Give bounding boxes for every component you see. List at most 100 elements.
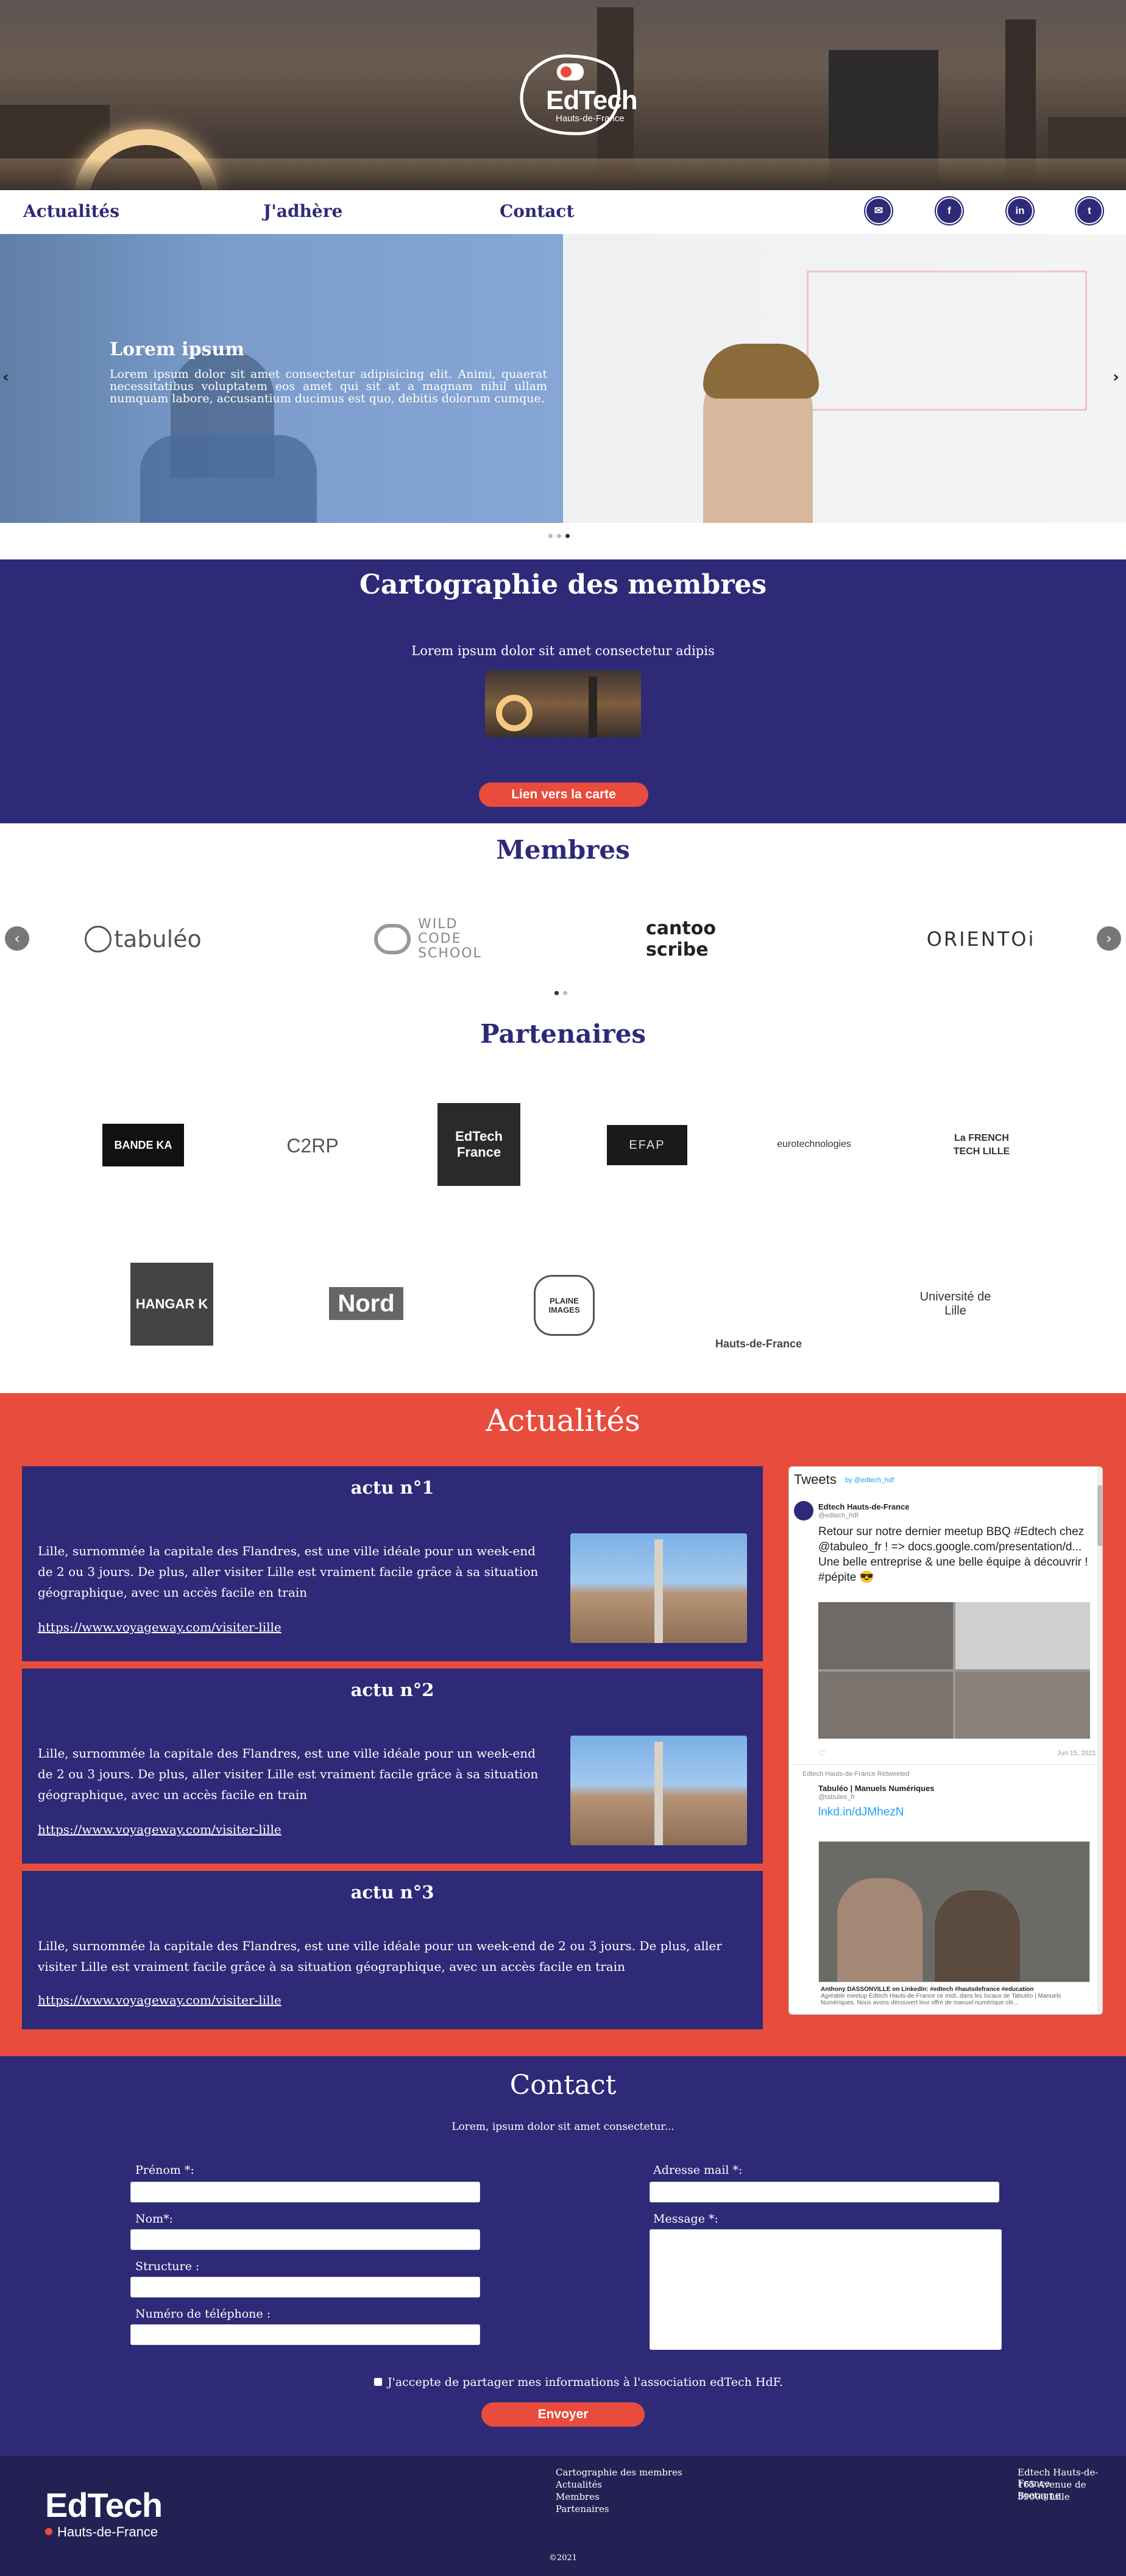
actu-text: Lille, surnommée la capitale des Flandre… <box>38 1746 539 1802</box>
telephone-label: Numéro de téléphone : <box>135 2307 271 2321</box>
cartographie-text: Lorem ipsum dolor sit amet consectetur a… <box>411 644 715 658</box>
member-logo-wildcode[interactable]: WILD CODE SCHOOL <box>359 906 494 973</box>
avatar[interactable] <box>794 1501 813 1520</box>
consent-checkbox[interactable] <box>374 2378 382 2386</box>
logo-dot-icon <box>45 2528 52 2535</box>
actu-text: Lille, surnommée la capitale des Flandre… <box>38 1939 722 1974</box>
logo-title: EdTech <box>546 85 638 115</box>
tweet-link[interactable]: lnkd.in/dJMhezN <box>818 1806 904 1819</box>
footer-link-partenaires[interactable]: Partenaires <box>556 2503 609 2514</box>
tweet-photo[interactable] <box>818 1841 1090 1982</box>
prenom-label: Prénom *: <box>135 2163 194 2177</box>
structure-label: Structure : <box>135 2260 200 2273</box>
copyright: ©2021 <box>548 2553 578 2563</box>
scrollbar[interactable] <box>1097 1467 1102 2014</box>
actu-title: actu n°1 <box>350 1477 434 1498</box>
tweet-date: Jun 15, 2021 <box>1057 1750 1096 1757</box>
contact-title: Contact <box>509 2070 617 2101</box>
carousel-next-icon[interactable]: › <box>1113 368 1119 386</box>
partner-logo-efap[interactable]: EFAP <box>607 1125 687 1165</box>
actu-link[interactable]: https://www.voyageway.com/visiter-lille <box>38 1822 282 1837</box>
carousel-slide-right <box>563 234 1126 523</box>
carousel-title: Lorem ipsum <box>110 339 245 360</box>
card-caption: Anthony DASSONVILLE on LinkedIn: #edtech… <box>821 1986 1034 1993</box>
contact-subtitle: Lorem, ipsum dolor sit amet consectetur.… <box>451 2121 675 2133</box>
actu-image <box>570 1736 747 1845</box>
partner-logo-plaineimages[interactable]: PLAINE IMAGES <box>534 1275 595 1336</box>
carousel-dot-active[interactable] <box>565 534 570 538</box>
actualites-title: Actualités <box>486 1403 640 1438</box>
twitter-icon[interactable]: t <box>1076 197 1103 224</box>
tweet-author[interactable]: Tabuléo | Manuels Numériques <box>818 1784 935 1793</box>
facebook-icon[interactable]: f <box>936 197 963 224</box>
partner-logo-region[interactable]: Hauts-de-France <box>713 1259 804 1350</box>
member-logo-tabuleo[interactable]: tabuléo <box>73 906 213 973</box>
structure-field[interactable] <box>130 2277 480 2297</box>
tweet-author[interactable]: Edtech Hauts-de-France <box>818 1502 910 1511</box>
tweet-photos[interactable] <box>818 1602 1090 1739</box>
actu-card: actu n°1 Lille, surnommée la capitale de… <box>22 1466 763 1661</box>
partenaires-title: Partenaires <box>480 1019 646 1049</box>
partner-logo-univlille[interactable]: Université de Lille <box>910 1286 1000 1322</box>
nom-field[interactable] <box>130 2229 480 2250</box>
telephone-field[interactable] <box>130 2324 480 2345</box>
actu-title: actu n°3 <box>350 1882 434 1903</box>
partner-logo-c2rp[interactable]: C2RP <box>273 1127 352 1164</box>
partner-logo-hangark[interactable]: HANGAR K <box>130 1263 213 1346</box>
membres-dot-active[interactable] <box>554 991 559 995</box>
footer-link-membres[interactable]: Membres <box>556 2491 600 2502</box>
card-desc: Agréable meetup Edtech Hauts-de-France c… <box>821 1993 1061 2006</box>
membres-next-icon[interactable]: › <box>1097 926 1121 951</box>
retweet-label: Edtech Hauts-de-France Retweeted <box>802 1770 910 1778</box>
message-field[interactable] <box>650 2229 1002 2350</box>
actu-card: actu n°2 Lille, surnommée la capitale de… <box>22 1669 763 1864</box>
partner-logo-eurotech[interactable]: eurotechnologies <box>771 1126 857 1163</box>
twitter-header: Tweets <box>794 1472 837 1487</box>
actu-text: Lille, surnommée la capitale des Flandre… <box>38 1544 539 1600</box>
message-label: Message *: <box>653 2212 718 2226</box>
tweet-handle: @tabuleo_fr <box>818 1794 855 1801</box>
partner-logo-edtechfrance[interactable]: EdTech France <box>437 1103 520 1186</box>
partner-logo-frenchtech[interactable]: La FRENCH TECH LILLE <box>942 1105 1021 1185</box>
carousel-dot[interactable] <box>548 534 553 538</box>
prenom-field[interactable] <box>130 2182 480 2202</box>
nav-actualites[interactable]: Actualités <box>23 201 119 221</box>
heart-icon[interactable]: ♡ <box>818 1748 826 1759</box>
tweet-text: Retour sur notre dernier meetup BBQ #Edt… <box>818 1525 1088 1584</box>
member-logo-orientoi[interactable]: ORIENTOi <box>927 906 1034 973</box>
actu-link[interactable]: https://www.voyageway.com/visiter-lille <box>38 1620 282 1634</box>
footer-logo-sub: Hauts-de-France <box>57 2524 158 2539</box>
carousel-prev-icon[interactable]: ‹ <box>2 368 9 386</box>
nav-adhere[interactable]: J'adhère <box>263 201 342 221</box>
twitter-widget[interactable]: Tweets by @edtech_hdf Edtech Hauts-de-Fr… <box>788 1466 1103 2015</box>
nav-contact[interactable]: Contact <box>500 201 574 221</box>
footer-address-line: 59000 Lille <box>1018 2491 1070 2502</box>
membres-prev-icon[interactable]: ‹ <box>5 926 29 951</box>
envelope-icon[interactable]: ✉ <box>865 197 892 224</box>
partner-logo-nord[interactable]: Nord <box>329 1287 403 1320</box>
membres-title: Membres <box>496 835 630 865</box>
linkedin-icon[interactable]: in <box>1007 197 1033 224</box>
footer-link-actualites[interactable]: Actualités <box>556 2479 602 2490</box>
city-image <box>485 670 641 737</box>
actu-link[interactable]: https://www.voyageway.com/visiter-lille <box>38 1993 282 2007</box>
envoyer-button[interactable]: Envoyer <box>481 2402 645 2427</box>
logo-subtitle: Hauts-de-France <box>556 113 625 124</box>
footer-link-cartographie[interactable]: Cartographie des membres <box>556 2467 682 2478</box>
consent-label: J'accepte de partager mes informations à… <box>388 2376 783 2389</box>
carousel-text: Lorem ipsum dolor sit amet consectetur a… <box>110 367 547 405</box>
email-field[interactable] <box>650 2182 999 2202</box>
actu-title: actu n°2 <box>350 1680 434 1700</box>
tweet-handle: @edtech_hdf <box>818 1512 859 1519</box>
carte-link-button[interactable]: Lien vers la carte <box>479 782 648 807</box>
carousel-dot[interactable] <box>557 534 561 538</box>
actu-image <box>570 1533 747 1643</box>
email-label: Adresse mail *: <box>653 2163 743 2177</box>
membres-dot[interactable] <box>563 991 567 995</box>
nom-label: Nom*: <box>135 2212 173 2226</box>
twitter-by[interactable]: by @edtech_hdf <box>845 1477 894 1484</box>
cartographie-title: Cartographie des membres <box>359 569 767 600</box>
partner-logo-bandeka[interactable]: BANDE KA <box>102 1124 184 1166</box>
member-logo-cantoo[interactable]: cantoo scribe <box>646 906 762 973</box>
footer-logo-title[interactable]: EdTech <box>45 2485 163 2525</box>
